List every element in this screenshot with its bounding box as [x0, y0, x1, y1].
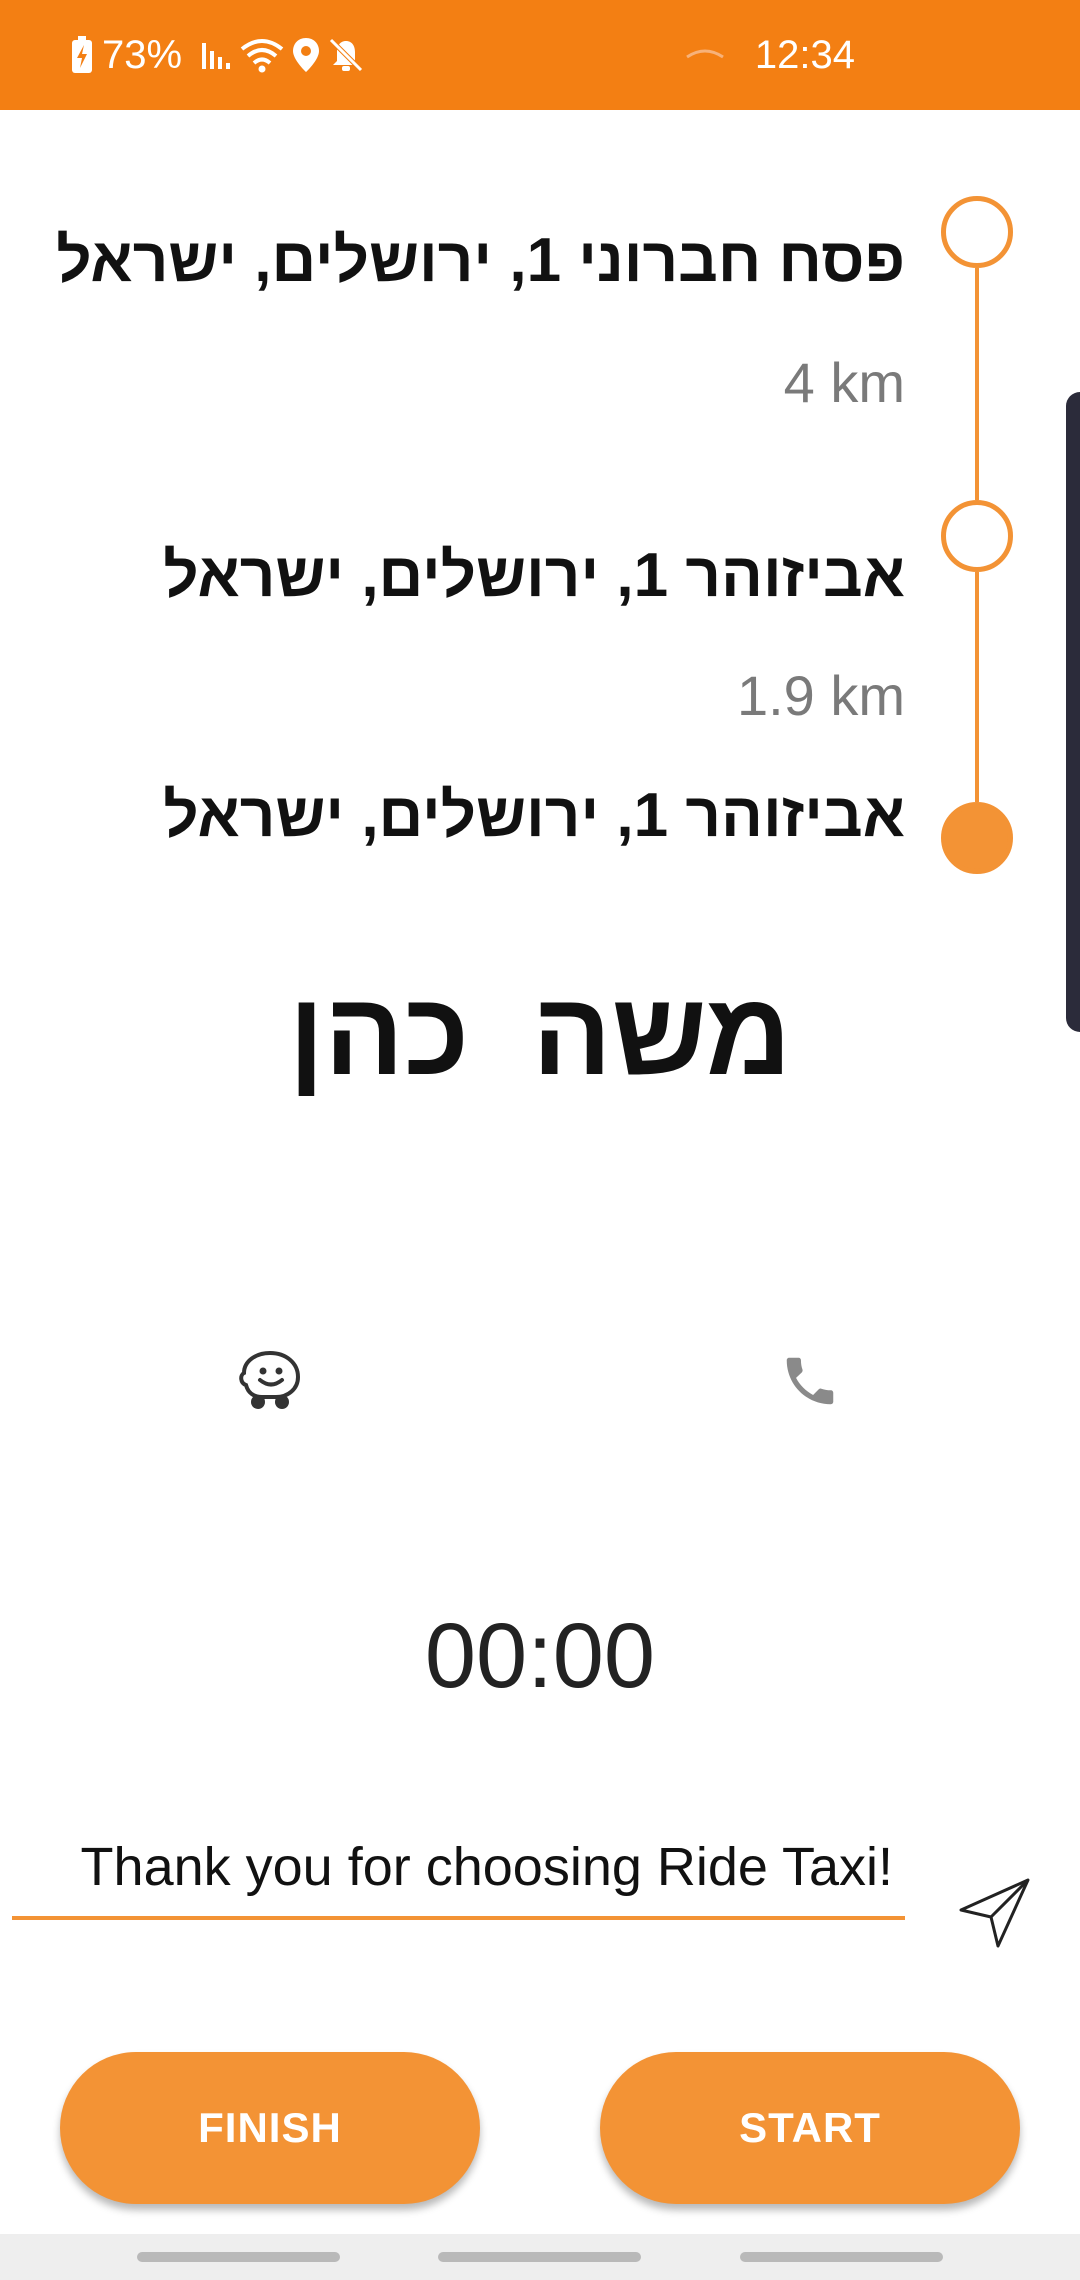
- waypoint-address: אביזוהר 1, ירושלים, ישראל: [163, 541, 905, 610]
- status-bar: 73% 12:34: [0, 0, 1080, 110]
- mute-icon: [328, 37, 364, 73]
- nav-back[interactable]: [740, 2252, 943, 2262]
- send-icon: [958, 1877, 1032, 1954]
- route-line-segment-2: [975, 572, 979, 802]
- location-icon: [292, 37, 320, 73]
- send-message-button[interactable]: [955, 1875, 1035, 1955]
- destination-node: [941, 802, 1013, 874]
- distance-leg-2: 1.9 km: [736, 664, 905, 727]
- status-left-group: 73%: [70, 0, 364, 110]
- battery-charging-icon: [70, 35, 94, 75]
- distance-leg-1: 4 km: [783, 351, 905, 414]
- cast-icon: [685, 47, 725, 63]
- signal-icon: [200, 39, 232, 71]
- passenger-name: משה כהן: [288, 968, 792, 1100]
- destination-address: אביזוהר 1, ירושלים, ישראל: [163, 781, 905, 850]
- start-button[interactable]: START: [600, 2052, 1020, 2204]
- nav-recents[interactable]: [137, 2252, 340, 2262]
- pickup-node: [941, 196, 1013, 268]
- battery-percentage: 73%: [102, 32, 183, 77]
- finish-button[interactable]: FINISH: [60, 2052, 480, 2204]
- pickup-address: פסח חברוני 1, ירושלים, ישראל: [56, 226, 905, 295]
- system-nav-bar: [0, 2234, 1080, 2280]
- waze-icon: [236, 1349, 304, 1418]
- status-time: 12:34: [754, 32, 855, 77]
- nav-home[interactable]: [438, 2252, 641, 2262]
- phone-icon: [779, 1350, 841, 1417]
- call-button[interactable]: [760, 1333, 860, 1433]
- side-drawer-handle[interactable]: [1066, 392, 1080, 1032]
- message-input[interactable]: [12, 1825, 905, 1920]
- waze-navigate-button[interactable]: [220, 1333, 320, 1433]
- ride-timer: 00:00: [424, 1605, 656, 1707]
- route-line-segment-1: [975, 268, 979, 500]
- wifi-icon: [240, 37, 284, 73]
- waypoint-node: [941, 500, 1013, 572]
- status-right-group: 12:34: [685, 0, 855, 110]
